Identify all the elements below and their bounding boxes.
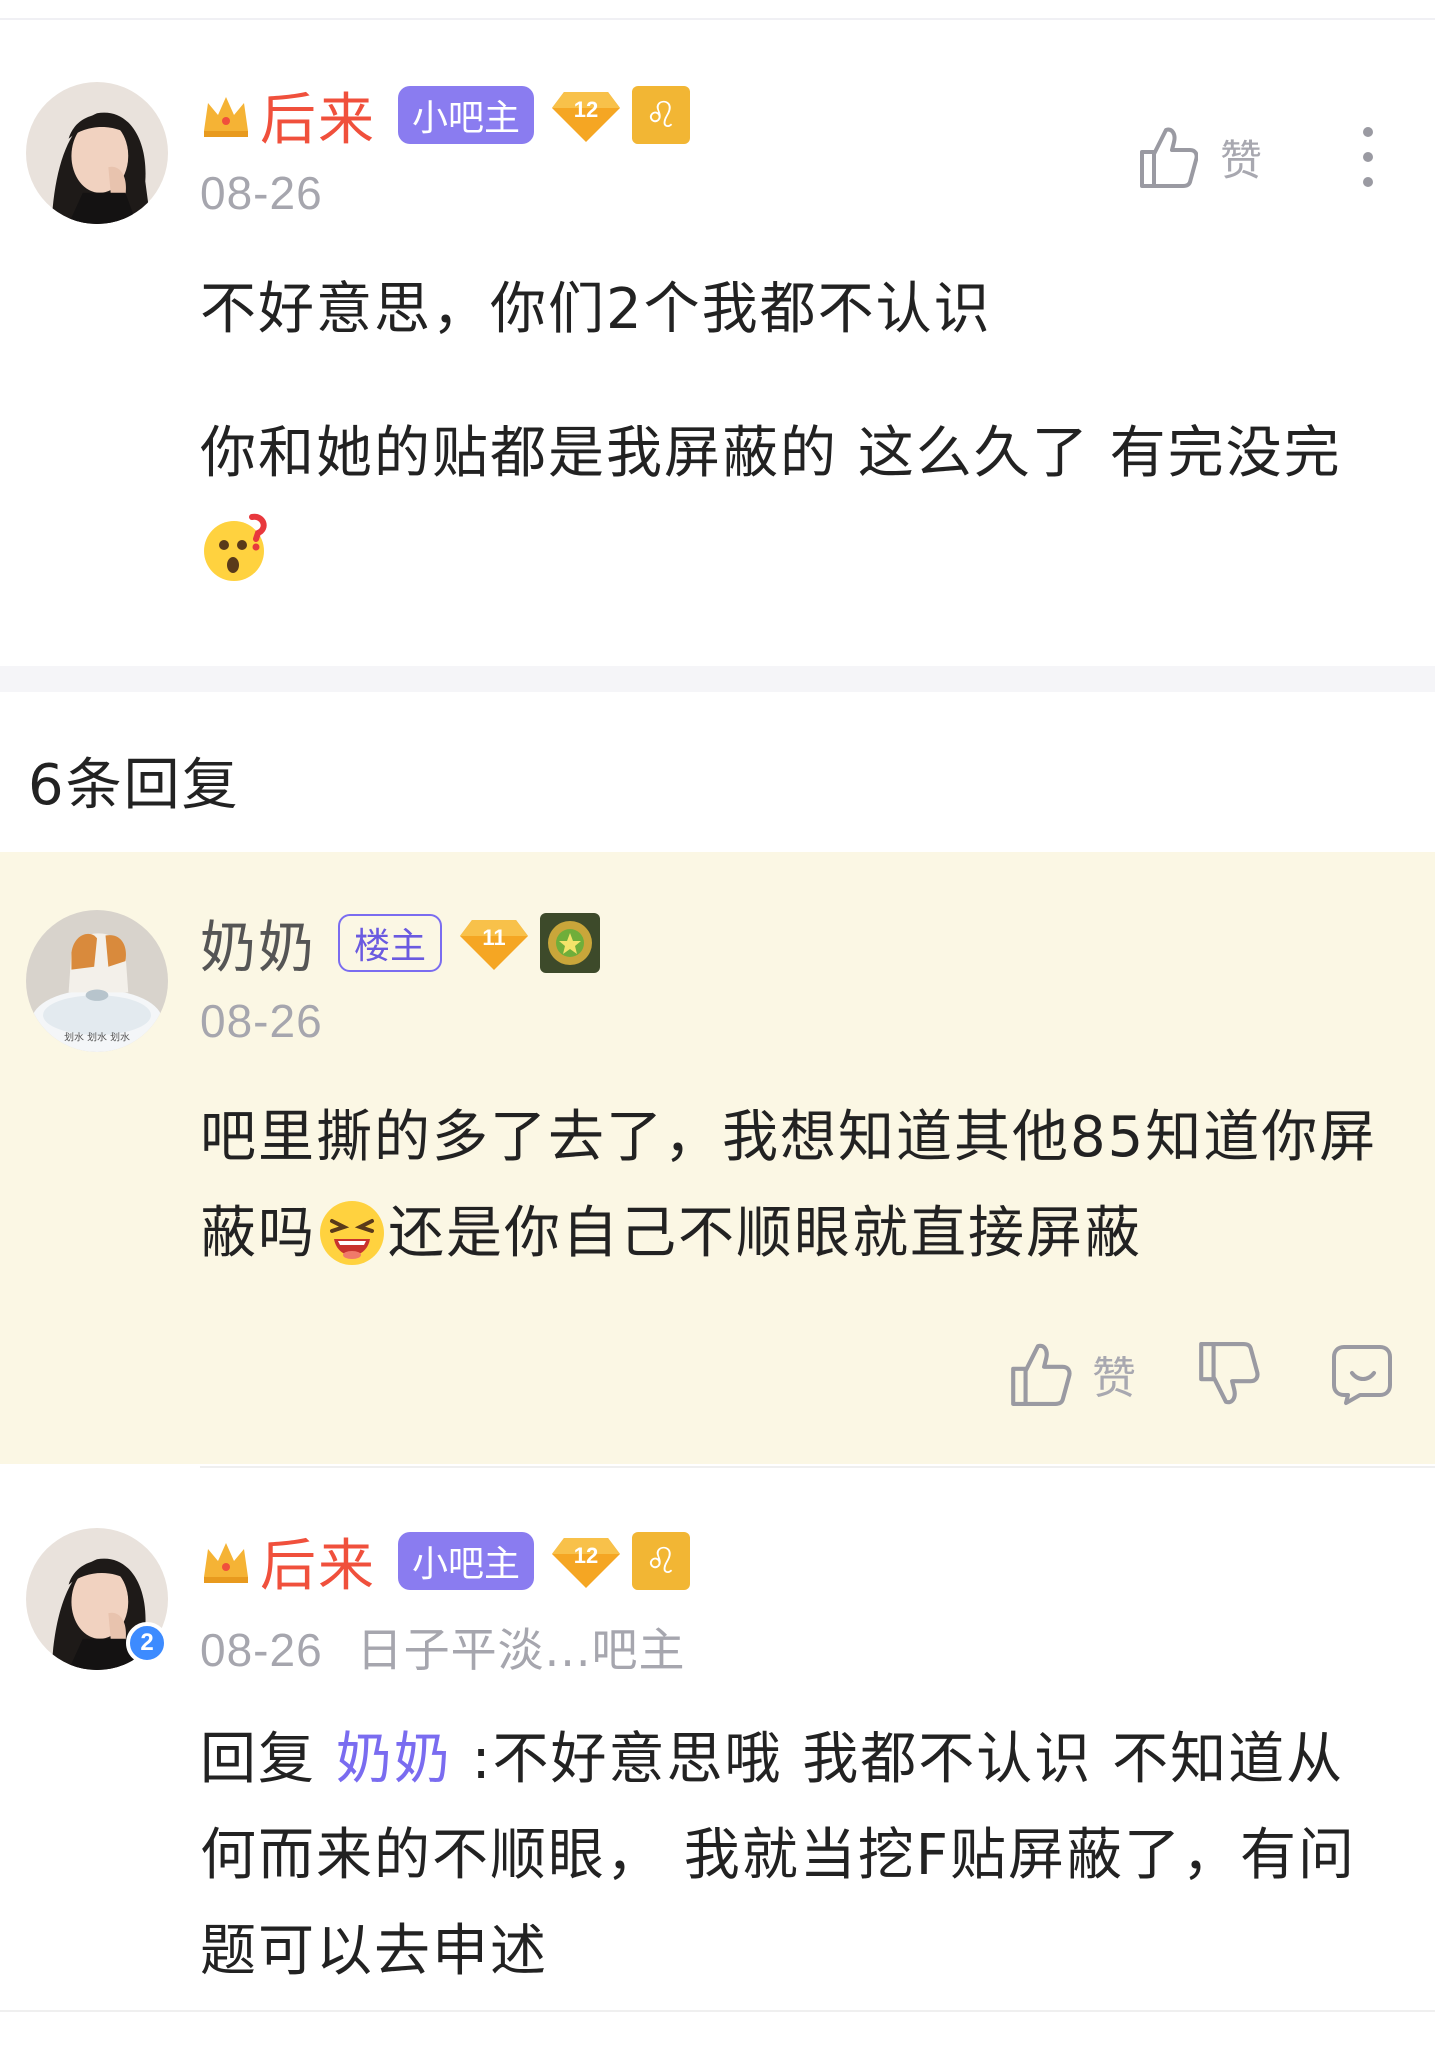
like-label[interactable]: 赞 [1092,1342,1136,1406]
avatar-caption: 划水 划水 划水 [64,1031,130,1044]
reply-text-part2: 还是你自己不顺眼就直接屏蔽 [388,1201,1142,1266]
crown-icon [204,1543,248,1583]
thumbs-down-icon[interactable] [1196,1340,1260,1408]
username[interactable]: 奶奶 [200,903,316,984]
mention-link[interactable]: 奶奶 [336,1727,452,1792]
level-gem-icon: 12 [552,1538,621,1588]
reply-author-row: 后来 小吧主 12 ♌ [200,1528,691,1599]
op-tag: 楼主 [338,914,443,972]
role-tag: 小吧主 [398,86,535,144]
username[interactable]: 后来 [260,75,376,156]
post-author-row: 后来 小吧主 12 ♌ [200,82,691,153]
section-divider [0,666,1435,692]
avatar-image: 划水 划水 划水 [26,910,168,1052]
replies-count: 6条回复 [28,753,240,818]
laughing-face-emoji [320,1200,384,1265]
crown-icon [204,97,248,137]
level-number: 12 [574,97,598,122]
medal-badge-icon [540,913,601,973]
bottom-divider [0,2010,1435,2012]
comment-bubble-icon[interactable] [1330,1340,1394,1408]
avatar-with-badge[interactable]: 2 [26,1528,168,1670]
zodiac-leo-icon: ♌ [632,86,691,144]
reply-author-row: 奶奶 楼主 11 [200,910,601,981]
level-number: 11 [482,925,505,950]
thumbs-up-icon [1140,127,1198,188]
avatar[interactable]: 划水 划水 划水 [26,910,168,1052]
top-divider [0,18,1435,20]
reply-text: 吧里撕的多了去了，我想知道其他85知道你屏蔽吗 还是你自己不顺眼就直接屏蔽 [200,1090,1400,1282]
post-paragraph-2-text: 你和她的贴都是我屏蔽的 这么久了 有完没完 [200,421,1342,486]
role-tag: 小吧主 [398,1532,535,1590]
post-paragraph-1: 不好意思，你们2个我都不认识 [200,277,992,342]
zodiac-leo-icon: ♌ [632,1532,691,1590]
post-paragraph-2: 你和她的贴都是我屏蔽的 这么久了 有完没完 [200,406,1400,598]
reply-text: 回复 奶奶 :不好意思哦 我都不认识 不知道从何而来的不顺眼， 我就当挖F贴屏蔽… [200,1712,1400,2000]
username[interactable]: 后来 [260,1521,376,1602]
level-number: 12 [574,1543,598,1568]
like-label: 赞 [1220,135,1263,185]
more-options-icon[interactable] [1360,124,1376,190]
question-face-emoji [204,513,267,581]
reply-actions: 赞 [1008,1340,1394,1408]
post-date: 08-26 [200,167,323,219]
reply-separator [200,1466,1435,1468]
user-title: 日子平淡...吧主 [356,1623,686,1677]
like-button[interactable]: 赞 [1138,124,1262,190]
avatar-level-badge: 2 [126,1622,168,1664]
level-gem-icon: 11 [460,920,529,970]
reply-prefix: 回复 [200,1727,336,1792]
reply-date: 08-26 [200,995,323,1047]
reply-date: 08-26 [200,1624,323,1676]
thumbs-up-icon[interactable] [1008,1340,1072,1408]
avatar-image [26,82,168,224]
level-gem-icon: 12 [552,92,621,142]
avatar[interactable] [26,82,168,224]
reply-meta: 08-26 日子平淡...吧主 [200,1614,686,1680]
